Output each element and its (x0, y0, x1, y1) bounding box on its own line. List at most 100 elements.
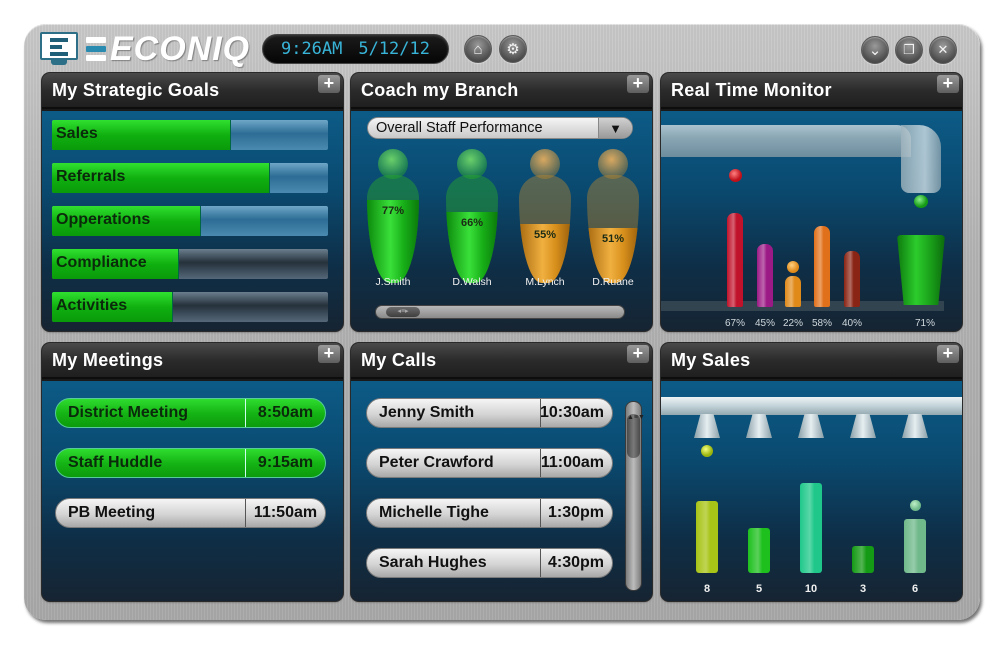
panel-title: My Meetings + (42, 343, 343, 379)
coach-branch-body: Overall Staff Performance ▼ ◂≡▸ 77% J.Smi… (351, 111, 652, 331)
goal-progress-bar[interactable]: Opperations (52, 206, 328, 236)
caller-name: Peter Crawford (379, 454, 494, 471)
dropdown-value: Overall Staff Performance (376, 120, 543, 136)
nozzle-graphic (746, 414, 772, 438)
sales-chart: 8 5 10 3 6 (661, 381, 962, 601)
gear-icon: ⚙ (506, 41, 520, 58)
meeting-time: 8:50am (245, 399, 325, 427)
sales-pipe-graphic (661, 397, 962, 415)
orange-ball-graphic (787, 261, 799, 273)
nozzle-graphic (694, 414, 720, 438)
restore-window-icon: ❐ (903, 42, 915, 57)
strategic-goals-panel: My Strategic Goals + Sales Referrals Opper… (42, 73, 343, 331)
expand-button[interactable]: + (318, 343, 340, 363)
sales-title: My Sales (671, 350, 751, 370)
meetings-panel: My Meetings + District Meeting 8:50am Staf… (42, 343, 343, 601)
nozzle-graphic (798, 414, 824, 438)
expand-button[interactable]: + (627, 344, 649, 363)
monitor-bar-label: 22% (782, 318, 803, 329)
panel-title: My Sales + (661, 343, 962, 379)
meeting-name: PB Meeting (68, 504, 156, 521)
sales-bar[interactable] (696, 501, 718, 573)
staff-figure[interactable]: 66% (444, 149, 500, 289)
monitor-bar[interactable] (757, 244, 773, 307)
dropdown-arrow-icon[interactable]: ▼ (598, 118, 632, 138)
goal-label: Compliance (56, 254, 147, 271)
meeting-item[interactable]: PB Meeting 11:50am (55, 498, 326, 528)
sales-panel: My Sales + 8 5 10 3 6 (661, 343, 962, 601)
meetings-list: District Meeting 8:50am Staff Huddle 9:15am… (42, 381, 343, 601)
real-time-chart: 67% 45% 22% 58% 40% 71% (661, 111, 962, 331)
monitor-bar[interactable] (844, 251, 860, 307)
calls-title: My Calls (361, 350, 437, 370)
panel-title: My Strategic Goals + (42, 73, 343, 109)
monitor-bar[interactable] (785, 276, 801, 307)
scrollbar-thumb[interactable]: ▲≡▼ (627, 414, 645, 458)
home-button[interactable]: ⌂ (464, 35, 492, 63)
staff-percent: 55% (533, 228, 557, 241)
coach-branch-title: Coach my Branch (361, 80, 519, 100)
calls-vertical-scrollbar[interactable]: ▲≡▼ (625, 401, 645, 591)
sales-bar-label: 8 (703, 583, 711, 595)
clock-time: 9:26AM (280, 39, 343, 59)
monitor-bar[interactable] (727, 213, 743, 307)
nozzle-graphic (902, 414, 928, 438)
goal-progress-bar[interactable]: Sales (52, 120, 328, 150)
green-drop-graphic (914, 195, 928, 208)
staff-percent: 66% (460, 217, 484, 229)
sales-bar[interactable] (800, 483, 822, 573)
sales-bar[interactable] (748, 528, 770, 573)
minimize-button[interactable]: ⌄ (861, 36, 889, 64)
call-item[interactable]: Michelle Tighe 1:30pm (366, 498, 613, 528)
meeting-time: 9:15am (245, 449, 325, 477)
meeting-name: District Meeting (68, 404, 189, 421)
plus-icon: + (632, 73, 644, 93)
meetings-title: My Meetings (52, 350, 164, 370)
meeting-time: 11:50am (245, 499, 325, 527)
goal-progress-bar[interactable]: Compliance (52, 249, 328, 279)
panel-title: Coach my Branch + (351, 73, 652, 109)
staff-percent: 77% (381, 205, 405, 218)
close-button[interactable]: ✕ (929, 36, 957, 64)
call-item[interactable]: Jenny Smith 10:30am (366, 398, 613, 428)
clock-date: 5/12/12 (358, 39, 430, 59)
expand-button[interactable]: + (318, 74, 340, 93)
staff-figure[interactable]: 55% (517, 149, 573, 289)
sales-bar[interactable] (852, 546, 874, 573)
meeting-item[interactable]: Staff Huddle 9:15am (55, 448, 326, 478)
close-icon: ✕ (937, 42, 949, 57)
figure-body: 51% (587, 175, 639, 283)
staff-horizontal-scrollbar[interactable]: ◂≡▸ (375, 305, 625, 319)
chevron-down-icon: ⌄ (868, 42, 882, 59)
green-ball-graphic (910, 500, 921, 511)
sales-bar[interactable] (904, 519, 926, 573)
yellow-ball-graphic (701, 445, 713, 457)
expand-button[interactable]: + (937, 343, 959, 363)
call-item[interactable]: Sarah Hughes 4:30pm (366, 548, 613, 578)
staff-name: M.Lynch (525, 276, 565, 288)
goal-progress-bar[interactable]: Activities (52, 292, 328, 322)
monitor-bar-label: 67% (724, 318, 745, 329)
staff-figure[interactable]: 51% (585, 149, 641, 289)
monitor-bar-label: 58% (811, 318, 832, 329)
monitor-bar[interactable] (814, 225, 830, 307)
restore-button[interactable]: ❐ (895, 36, 923, 64)
plus-icon: + (942, 73, 954, 93)
figure-body: 55% (519, 175, 571, 283)
pipe-bend-graphic (901, 125, 941, 193)
expand-button[interactable]: + (627, 73, 649, 93)
performance-dropdown[interactable]: Overall Staff Performance ▼ (367, 117, 633, 139)
staff-figure[interactable]: 77% (365, 149, 421, 289)
plus-icon: + (323, 343, 335, 363)
expand-button[interactable]: + (937, 73, 959, 93)
goal-label: Sales (56, 125, 98, 142)
settings-button[interactable]: ⚙ (499, 35, 527, 63)
scrollbar-thumb[interactable]: ◂≡▸ (386, 307, 420, 317)
call-item[interactable]: Peter Crawford 11:00am (366, 448, 613, 478)
plus-icon: + (942, 343, 954, 363)
meeting-item[interactable]: District Meeting 8:50am (55, 398, 326, 428)
chart-baseline (661, 301, 944, 311)
real-time-monitor-panel: Real Time Monitor + 67% 45% 22% 58% 40% 71% (661, 73, 962, 331)
goal-progress-bar[interactable]: Referrals (52, 163, 328, 193)
caller-name: Jenny Smith (379, 404, 475, 421)
